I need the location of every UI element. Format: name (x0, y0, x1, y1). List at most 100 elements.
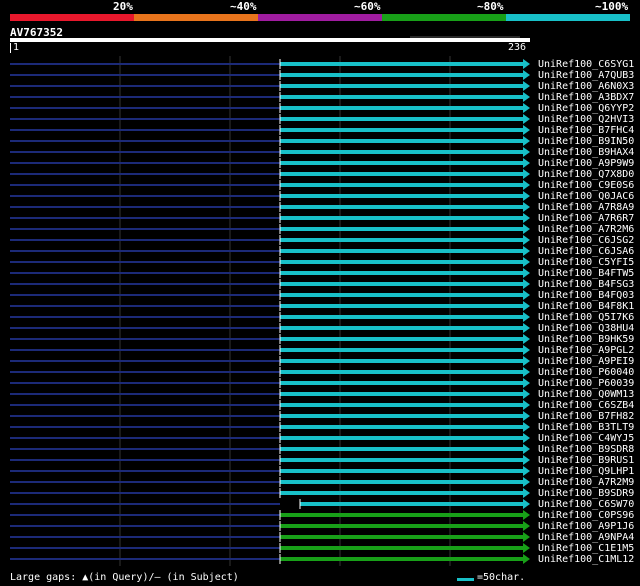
hit-name-link[interactable]: UniRef100_Q0JAC6 (538, 191, 634, 202)
hit-name-link[interactable]: UniRef100_A9P1J6 (538, 521, 634, 532)
hit-name-link[interactable]: UniRef100_C1E1M5 (538, 543, 634, 554)
hit-name-link[interactable]: UniRef100_Q38HU4 (538, 323, 634, 334)
hit-row[interactable] (10, 378, 530, 388)
hit-name-link[interactable]: UniRef100_B9SDR8 (538, 444, 634, 455)
hit-row[interactable] (10, 499, 530, 509)
hit-name-link[interactable]: UniRef100_B4F8K1 (538, 301, 634, 312)
hit-name-link[interactable]: UniRef100_A9PGL2 (538, 345, 634, 356)
hit-row[interactable] (10, 455, 530, 465)
hit-name-link[interactable]: UniRef100_C6SZB4 (538, 400, 634, 411)
strand-arrow-icon (523, 268, 530, 278)
hit-row[interactable] (10, 312, 530, 322)
hit-name-link[interactable]: UniRef100_C1ML12 (538, 554, 634, 565)
hit-row[interactable] (10, 147, 530, 157)
hit-row[interactable] (10, 191, 530, 201)
hit-row[interactable] (10, 301, 530, 311)
hit-name-link[interactable]: UniRef100_A3BDX7 (538, 92, 634, 103)
aligned-region (280, 139, 524, 143)
hit-name-link[interactable]: UniRef100_P60039 (538, 378, 634, 389)
hit-name-link[interactable]: UniRef100_Q5I7K6 (538, 312, 634, 323)
hit-row[interactable] (10, 290, 530, 300)
hit-row[interactable] (10, 488, 530, 498)
hit-name-link[interactable]: UniRef100_B3TLT9 (538, 422, 634, 433)
hit-row[interactable] (10, 323, 530, 333)
hit-row[interactable] (10, 389, 530, 399)
hit-row[interactable] (10, 422, 530, 432)
hit-row[interactable] (10, 554, 530, 564)
hit-name-link[interactable]: UniRef100_P60040 (538, 367, 634, 378)
hit-row[interactable] (10, 246, 530, 256)
hit-row[interactable] (10, 477, 530, 487)
aligned-region (280, 249, 524, 253)
hit-row[interactable] (10, 92, 530, 102)
hit-name-link[interactable]: UniRef100_B4FSG3 (538, 279, 634, 290)
hit-row[interactable] (10, 510, 530, 520)
hit-row[interactable] (10, 103, 530, 113)
aligned-region (280, 304, 524, 308)
hit-row[interactable] (10, 224, 530, 234)
hit-name-link[interactable]: UniRef100_Q0WM13 (538, 389, 634, 400)
hit-row[interactable] (10, 367, 530, 377)
hit-name-link[interactable]: UniRef100_C4WYJ5 (538, 433, 634, 444)
hit-name-link[interactable]: UniRef100_C6JSA6 (538, 246, 634, 257)
hit-row[interactable] (10, 411, 530, 421)
hit-name-link[interactable]: UniRef100_B9IN50 (538, 136, 634, 147)
hit-name-link[interactable]: UniRef100_C6SYG1 (538, 59, 634, 70)
hit-row[interactable] (10, 334, 530, 344)
hit-name-link[interactable]: UniRef100_C6SW70 (538, 499, 634, 510)
hit-row[interactable] (10, 521, 530, 531)
hit-name-link[interactable]: UniRef100_C9E0S6 (538, 180, 634, 191)
hit-row[interactable] (10, 444, 530, 454)
hit-name-link[interactable]: UniRef100_A7QUB3 (538, 70, 634, 81)
hit-name-link[interactable]: UniRef100_C5YFI5 (538, 257, 634, 268)
hit-name-link[interactable]: UniRef100_Q2HVI3 (538, 114, 634, 125)
hit-row[interactable] (10, 433, 530, 443)
aligned-region (280, 513, 524, 517)
hit-name-link[interactable]: UniRef100_A9PEI9 (538, 356, 634, 367)
hit-name-link[interactable]: UniRef100_B7FHC4 (538, 125, 634, 136)
hit-name-link[interactable]: UniRef100_A9NPA4 (538, 532, 634, 543)
hit-row[interactable] (10, 70, 530, 80)
hit-row[interactable] (10, 268, 530, 278)
hit-row[interactable] (10, 180, 530, 190)
hit-row[interactable] (10, 257, 530, 267)
hit-row[interactable] (10, 125, 530, 135)
hit-row[interactable] (10, 235, 530, 245)
hit-row[interactable] (10, 543, 530, 553)
hit-row[interactable] (10, 400, 530, 410)
hit-row[interactable] (10, 279, 530, 289)
hit-name-link[interactable]: UniRef100_Q6YYP2 (538, 103, 634, 114)
aligned-region (280, 359, 524, 363)
hit-row[interactable] (10, 114, 530, 124)
hit-name-link[interactable]: UniRef100_B7FH82 (538, 411, 634, 422)
hit-row[interactable] (10, 213, 530, 223)
hit-row[interactable] (10, 202, 530, 212)
hit-name-link[interactable]: UniRef100_B9RUS1 (538, 455, 634, 466)
hit-name-link[interactable]: UniRef100_A9P9W9 (538, 158, 634, 169)
hit-row[interactable] (10, 169, 530, 179)
hit-name-link[interactable]: UniRef100_A7R2M6 (538, 224, 634, 235)
hit-row[interactable] (10, 59, 530, 69)
hit-row[interactable] (10, 466, 530, 476)
hit-row[interactable] (10, 356, 530, 366)
hit-name-link[interactable]: UniRef100_A7R2M9 (538, 477, 634, 488)
strand-arrow-icon (523, 323, 530, 333)
hit-name-link[interactable]: UniRef100_C0PS96 (538, 510, 634, 521)
hit-row[interactable] (10, 532, 530, 542)
hit-name-link[interactable]: UniRef100_Q7X8D0 (538, 169, 634, 180)
hit-row[interactable] (10, 158, 530, 168)
hit-name-link[interactable]: UniRef100_B9HAX4 (538, 147, 634, 158)
hit-name-link[interactable]: UniRef100_A6N0X3 (538, 81, 634, 92)
hit-name-link[interactable]: UniRef100_B4FQ03 (538, 290, 634, 301)
hit-name-link[interactable]: UniRef100_B9HK59 (538, 334, 634, 345)
hit-row[interactable] (10, 81, 530, 91)
hit-row[interactable] (10, 345, 530, 355)
hit-name-link[interactable]: UniRef100_B4FTW5 (538, 268, 634, 279)
hit-name-link[interactable]: UniRef100_A7R8A9 (538, 202, 634, 213)
hit-name-link[interactable]: UniRef100_Q9LHP1 (538, 466, 634, 477)
strand-arrow-icon (523, 411, 530, 421)
hit-name-link[interactable]: UniRef100_C6JSG2 (538, 235, 634, 246)
hit-row[interactable] (10, 136, 530, 146)
hit-name-link[interactable]: UniRef100_B9SDR9 (538, 488, 634, 499)
hit-name-link[interactable]: UniRef100_A7R6R7 (538, 213, 634, 224)
